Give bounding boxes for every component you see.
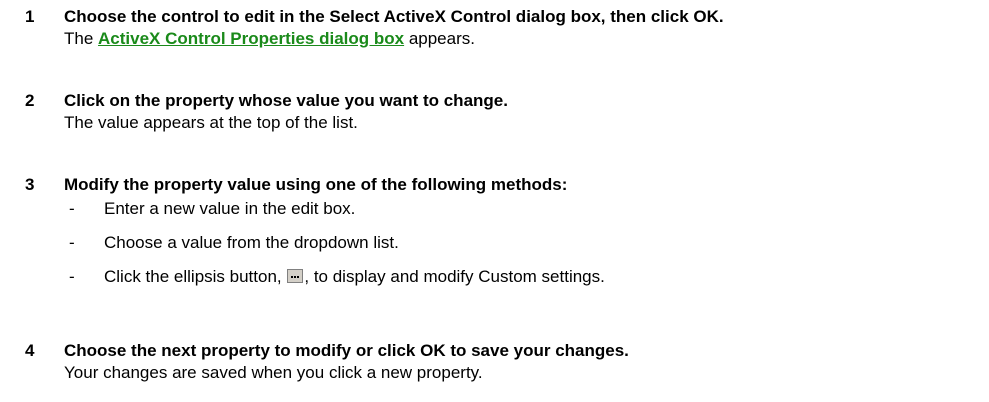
step-body: Choose the control to edit in the Select…: [64, 6, 984, 50]
step-title: Choose the next property to modify or cl…: [64, 341, 629, 360]
list-item: - Click the ellipsis button, , to displa…: [64, 266, 984, 288]
list-dash: -: [69, 267, 75, 286]
list-item-text: Choose a value from the dropdown list.: [104, 233, 399, 252]
activex-control-properties-link[interactable]: ActiveX Control Properties dialog box: [98, 29, 404, 48]
step-number: 4: [25, 341, 35, 360]
list-item-text-suffix: , to display and modify Custom settings.: [304, 267, 605, 286]
list-item: - Enter a new value in the edit box.: [64, 198, 984, 220]
list-dash: -: [69, 233, 75, 252]
step-description-prefix: The: [64, 29, 99, 48]
step-body: Click on the property whose value you wa…: [64, 90, 984, 134]
list-item-text: Enter a new value in the edit box.: [104, 199, 356, 218]
step-description-suffix: appears.: [404, 29, 475, 48]
step-description: Your changes are saved when you click a …: [64, 363, 483, 382]
step-number: 1: [25, 7, 35, 26]
list-item-text: Click the ellipsis button, , to display …: [104, 266, 605, 288]
list-dash: -: [69, 199, 75, 218]
step-number: 2: [25, 91, 35, 110]
list-item: - Choose a value from the dropdown list.: [64, 232, 984, 254]
step-title: Modify the property value using one of t…: [64, 175, 568, 194]
step-title: Click on the property whose value you wa…: [64, 91, 508, 110]
step-description: The ActiveX Control Properties dialog bo…: [64, 28, 984, 50]
step-number: 3: [25, 175, 35, 194]
step-body: Modify the property value using one of t…: [64, 174, 984, 288]
list-item-text-prefix: Click the ellipsis button,: [104, 267, 287, 286]
step-body: Choose the next property to modify or cl…: [64, 340, 984, 384]
step-description: The value appears at the top of the list…: [64, 113, 358, 132]
method-list: - Enter a new value in the edit box. - C…: [64, 198, 984, 288]
step-title: Choose the control to edit in the Select…: [64, 7, 724, 26]
ellipsis-button-icon: [287, 269, 304, 283]
